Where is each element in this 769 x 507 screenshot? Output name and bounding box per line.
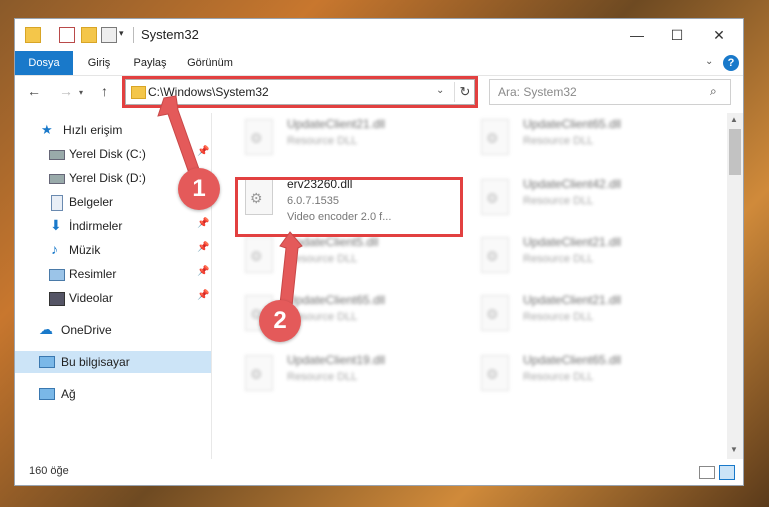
tab-view[interactable]: Görünüm <box>181 51 239 75</box>
sidebar-item-pictures[interactable]: Resimler 📌 <box>15 263 211 285</box>
file-tile[interactable]: ⚙ UpdateClient21.dll Resource DLL <box>239 113 459 169</box>
dll-file-icon: ⚙ <box>245 119 273 155</box>
quick-access-toolbar-icon[interactable] <box>101 27 117 43</box>
step-badge-2: 2 <box>259 300 301 342</box>
drive-icon <box>49 174 65 184</box>
large-icons-view-icon[interactable] <box>719 465 735 480</box>
dll-file-icon: ⚙ <box>245 355 273 391</box>
file-tile[interactable]: ⚙ UpdateClient65.dll Resource DLL <box>475 113 695 169</box>
sidebar-item-music[interactable]: ♪ Müzik 📌 <box>15 239 211 261</box>
sidebar-item-quick-access[interactable]: ★ Hızlı erişim <box>15 119 211 141</box>
chevron-down-icon[interactable]: ▾ <box>119 28 124 39</box>
gear-icon: ⚙ <box>486 366 499 382</box>
recent-locations-icon[interactable]: ▾ <box>79 88 83 97</box>
sidebar-item-onedrive[interactable]: ☁ OneDrive <box>15 319 211 341</box>
file-list: ⚙ UpdateClient21.dll Resource DLL ⚙ Upda… <box>225 113 725 459</box>
documents-icon <box>51 195 63 211</box>
pin-icon[interactable]: 📌 <box>197 290 209 301</box>
navigation-bar: ← → ▾ ↑ C:\Windows\System32 ⌄ ↻ Ara: Sys… <box>15 76 743 110</box>
dll-file-icon: ⚙ <box>481 355 509 391</box>
properties-check-icon[interactable] <box>59 27 75 43</box>
status-bar: 160 öğe <box>15 459 743 485</box>
maximize-button[interactable]: ☐ <box>657 23 697 47</box>
dll-file-icon: ⚙ <box>481 179 509 215</box>
ribbon-tabs: Dosya Giriş Paylaş Görünüm ⌄ ? <box>15 51 743 76</box>
star-icon: ★ <box>41 122 53 137</box>
scroll-thumb[interactable] <box>729 129 741 175</box>
new-folder-icon[interactable] <box>81 27 97 43</box>
ribbon-expand-icon[interactable]: ⌄ <box>705 56 713 67</box>
file-tile[interactable]: ⚙ UpdateClient5.dll Resource DLL <box>239 231 459 287</box>
help-icon[interactable]: ? <box>723 55 739 71</box>
pin-icon[interactable]: 📌 <box>197 146 209 157</box>
sidebar-item-downloads[interactable]: ⬇ İndirmeler 📌 <box>15 215 211 237</box>
up-arrow-icon[interactable]: ↑ <box>101 83 108 99</box>
network-icon <box>39 388 55 400</box>
file-tile[interactable]: ⚙ UpdateClient21.dll Resource DLL <box>475 231 695 287</box>
pin-icon[interactable]: 📌 <box>197 266 209 277</box>
file-tile[interactable]: ⚙ UpdateClient42.dll Resource DLL <box>475 173 695 229</box>
sidebar-item-this-pc[interactable]: Bu bilgisayar <box>15 351 211 373</box>
scroll-up-icon[interactable]: ▲ <box>730 115 738 124</box>
file-tile[interactable]: ⚙ UpdateClient21.dll Resource DLL <box>475 289 695 345</box>
pin-icon[interactable]: 📌 <box>197 242 209 253</box>
title-separator <box>133 27 134 43</box>
file-tile[interactable]: ⚙ UpdateClient19.dll Resource DLL <box>239 349 459 405</box>
gear-icon: ⚙ <box>250 366 263 382</box>
sidebar-item-network[interactable]: Ağ <box>15 383 211 405</box>
drive-icon <box>49 150 65 160</box>
download-icon: ⬇ <box>50 217 62 233</box>
tab-file[interactable]: Dosya <box>15 51 73 75</box>
sidebar-item-videos[interactable]: Videolar 📌 <box>15 287 211 309</box>
tab-home[interactable]: Giriş <box>79 51 119 75</box>
dll-file-icon: ⚙ <box>481 295 509 331</box>
cloud-icon: ☁ <box>39 321 53 337</box>
address-highlight-box <box>122 76 478 108</box>
file-highlight-box <box>235 177 463 237</box>
gear-icon: ⚙ <box>486 248 499 264</box>
pin-icon[interactable]: 📌 <box>197 218 209 229</box>
search-input[interactable]: Ara: System32 <box>498 85 577 99</box>
sidebar-item-local-disk-c[interactable]: Yerel Disk (C:) 📌 <box>15 143 211 165</box>
search-box[interactable]: Ara: System32 ⌕ <box>489 79 731 105</box>
explorer-window: ▾ System32 — ☐ ✕ Dosya Giriş Paylaş Görü… <box>14 18 744 486</box>
dll-file-icon: ⚙ <box>481 119 509 155</box>
computer-icon <box>39 356 55 368</box>
details-view-icon[interactable] <box>699 466 715 479</box>
pictures-icon <box>49 269 65 281</box>
scroll-down-icon[interactable]: ▼ <box>730 445 738 454</box>
music-icon: ♪ <box>51 241 58 257</box>
gear-icon: ⚙ <box>486 130 499 146</box>
forward-arrow-icon[interactable]: → <box>59 83 73 99</box>
close-button[interactable]: ✕ <box>699 23 739 47</box>
vertical-scrollbar[interactable]: ▲ ▼ <box>727 113 743 459</box>
search-icon[interactable]: ⌕ <box>710 84 717 99</box>
dll-file-icon: ⚙ <box>481 237 509 273</box>
step-badge-1: 1 <box>178 168 220 210</box>
videos-icon <box>49 292 65 306</box>
gear-icon: ⚙ <box>486 190 499 206</box>
window-title: System32 <box>141 27 199 42</box>
file-tile[interactable]: ⚙ UpdateClient65.dll Resource DLL <box>475 349 695 405</box>
gear-icon: ⚙ <box>250 248 263 264</box>
gear-icon: ⚙ <box>250 130 263 146</box>
gear-icon: ⚙ <box>486 306 499 322</box>
pane-divider[interactable] <box>211 113 212 459</box>
item-count: 160 öğe <box>29 465 69 477</box>
minimize-button[interactable]: — <box>617 23 657 47</box>
tab-share[interactable]: Paylaş <box>127 51 173 75</box>
back-arrow-icon[interactable]: ← <box>27 83 41 99</box>
navigation-pane: ★ Hızlı erişim Yerel Disk (C:) 📌 Yerel D… <box>15 113 211 459</box>
title-bar: ▾ System32 — ☐ ✕ <box>15 19 743 51</box>
folder-icon[interactable] <box>25 27 41 43</box>
dll-file-icon: ⚙ <box>245 237 273 273</box>
